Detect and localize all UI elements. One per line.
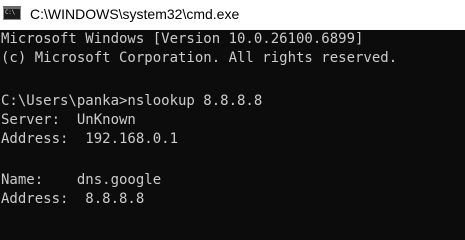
cmd-icon-glyph: C:\ [5, 9, 15, 16]
window-title: C:\WINDOWS\system32\cmd.exe [30, 6, 240, 22]
console-line: Address: 8.8.8.8 [1, 191, 145, 207]
console-line: Server: UnKnown [1, 112, 136, 128]
cmd-icon[interactable]: C:\ [3, 6, 21, 20]
console-line: Name: dns.google [1, 172, 162, 188]
console-line: (c) Microsoft Corporation. All rights re… [1, 50, 398, 66]
console-output[interactable]: Microsoft Windows [Version 10.0.26100.68… [0, 30, 465, 236]
console-line: Microsoft Windows [Version 10.0.26100.68… [1, 31, 364, 47]
title-bar[interactable]: C:\ C:\WINDOWS\system32\cmd.exe [0, 0, 465, 30]
console-line: C:\Users\panka>nslookup 8.8.8.8 [1, 93, 263, 109]
console-line: Address: 192.168.0.1 [1, 131, 179, 147]
